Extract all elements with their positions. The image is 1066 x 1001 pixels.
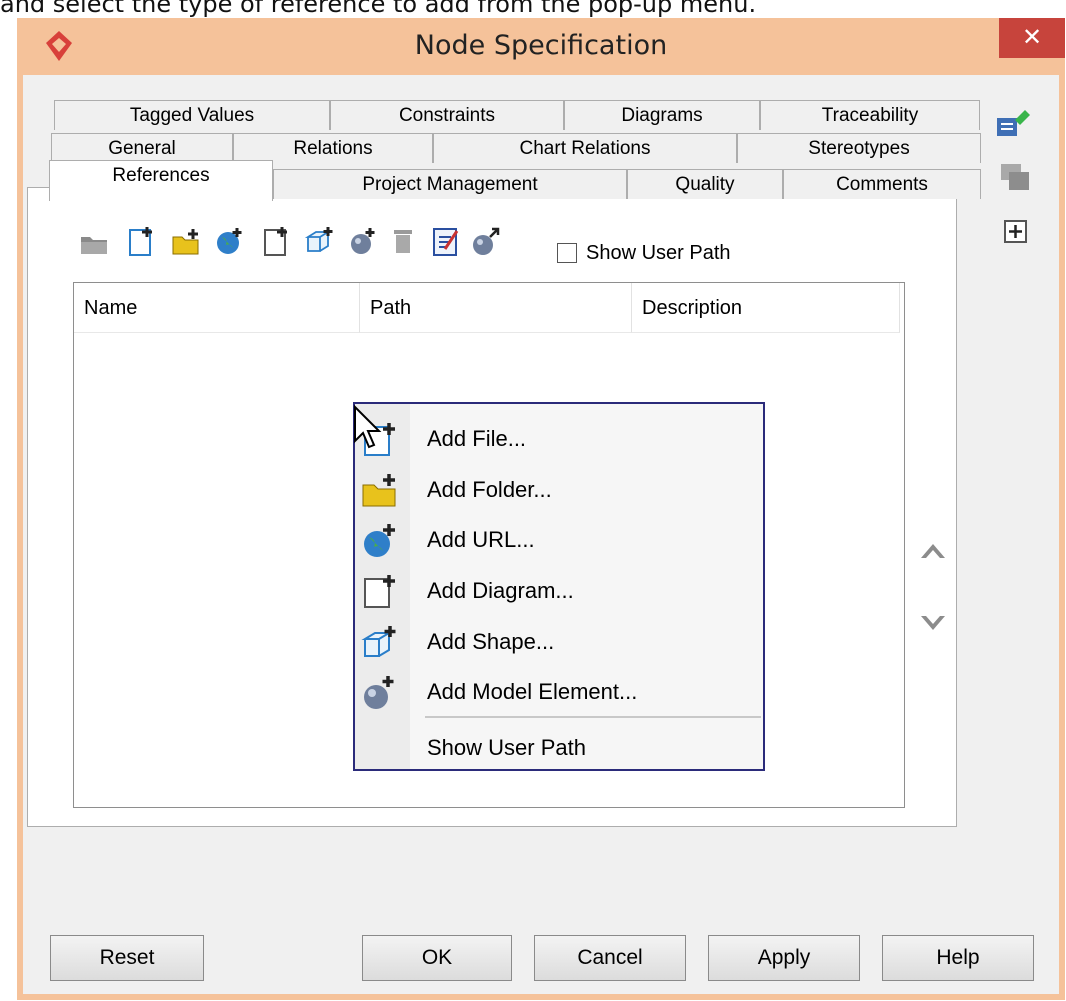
move-down-icon[interactable] bbox=[918, 612, 948, 636]
add-file-icon[interactable] bbox=[127, 225, 157, 257]
move-up-icon[interactable] bbox=[918, 538, 948, 562]
menu-item-add-file[interactable]: Add File... bbox=[355, 414, 763, 464]
mouse-pointer-icon bbox=[354, 405, 382, 449]
tab-project-management[interactable]: Project Management bbox=[273, 169, 627, 199]
menu-item-label: Add Folder... bbox=[427, 477, 552, 502]
tab-chart-relations[interactable]: Chart Relations bbox=[433, 133, 737, 163]
menu-item-label: Add Diagram... bbox=[427, 578, 574, 603]
add-diagram-icon[interactable] bbox=[262, 225, 292, 257]
close-button[interactable]: ✕ bbox=[999, 18, 1065, 58]
apply-button[interactable]: Apply bbox=[708, 935, 860, 981]
add-url-icon bbox=[364, 524, 395, 557]
edit-icon[interactable] bbox=[431, 225, 461, 257]
cancel-button[interactable]: Cancel bbox=[534, 935, 686, 981]
reset-button[interactable]: Reset bbox=[50, 935, 204, 981]
column-header-path[interactable]: Path bbox=[360, 283, 632, 333]
add-folder-icon[interactable] bbox=[171, 225, 201, 257]
add-model-element-icon[interactable] bbox=[348, 225, 378, 257]
menu-item-add-shape[interactable]: Add Shape... bbox=[355, 617, 763, 667]
tab-quality[interactable]: Quality bbox=[627, 169, 783, 199]
tab-references[interactable]: References bbox=[49, 160, 273, 201]
open-folder-icon[interactable] bbox=[79, 225, 109, 257]
help-button[interactable]: Help bbox=[882, 935, 1034, 981]
menu-item-label: Add Shape... bbox=[427, 629, 555, 654]
tab-constraints[interactable]: Constraints bbox=[330, 100, 564, 130]
menu-item-label: Add Model Element... bbox=[427, 679, 638, 704]
menu-item-add-diagram[interactable]: Add Diagram... bbox=[355, 566, 763, 616]
menu-item-add-folder[interactable]: Add Folder... bbox=[355, 465, 763, 515]
menu-item-show-user-path[interactable]: Show User Path bbox=[355, 723, 763, 773]
tab-stereotypes[interactable]: Stereotypes bbox=[737, 133, 981, 163]
tab-general[interactable]: General bbox=[51, 133, 233, 163]
menu-item-label: Add URL... bbox=[427, 527, 535, 552]
tab-relations[interactable]: Relations bbox=[233, 133, 433, 163]
add-shape-icon[interactable] bbox=[304, 225, 334, 257]
menu-item-add-model-element[interactable]: Add Model Element... bbox=[355, 667, 763, 717]
show-user-path-checkbox[interactable] bbox=[557, 243, 577, 263]
show-user-path-label: Show User Path bbox=[586, 242, 731, 264]
tab-comments[interactable]: Comments bbox=[783, 169, 981, 199]
menu-separator bbox=[425, 716, 761, 718]
add-shape-icon bbox=[361, 626, 396, 657]
go-to-icon[interactable] bbox=[471, 225, 501, 257]
add-folder-icon bbox=[362, 474, 396, 507]
title-bar[interactable]: Node Specification ✕ bbox=[17, 18, 1065, 75]
add-model-element-icon bbox=[364, 676, 394, 709]
ok-button[interactable]: OK bbox=[362, 935, 512, 981]
menu-item-label: Show User Path bbox=[427, 735, 586, 760]
add-diagram-icon bbox=[364, 575, 395, 608]
instruction-caption: and select the type of reference to add … bbox=[0, 0, 757, 18]
column-header-description[interactable]: Description bbox=[632, 283, 900, 333]
tab-traceability[interactable]: Traceability bbox=[760, 100, 980, 130]
menu-item-label: Add File... bbox=[427, 426, 527, 451]
tab-tagged-values[interactable]: Tagged Values bbox=[54, 100, 330, 130]
pin-icon[interactable] bbox=[993, 106, 1033, 142]
tab-diagrams[interactable]: Diagrams bbox=[564, 100, 760, 130]
add-url-icon[interactable] bbox=[214, 225, 244, 257]
add-reference-context-menu: Add File... Add Folder... Add URL... Add… bbox=[353, 402, 765, 771]
delete-icon[interactable] bbox=[388, 225, 418, 257]
stack-icon[interactable] bbox=[997, 160, 1033, 194]
menu-item-add-url[interactable]: Add URL... bbox=[355, 515, 763, 565]
expand-icon[interactable] bbox=[1003, 219, 1029, 245]
dialog-title: Node Specification bbox=[414, 30, 668, 61]
column-header-name[interactable]: Name bbox=[74, 283, 360, 333]
